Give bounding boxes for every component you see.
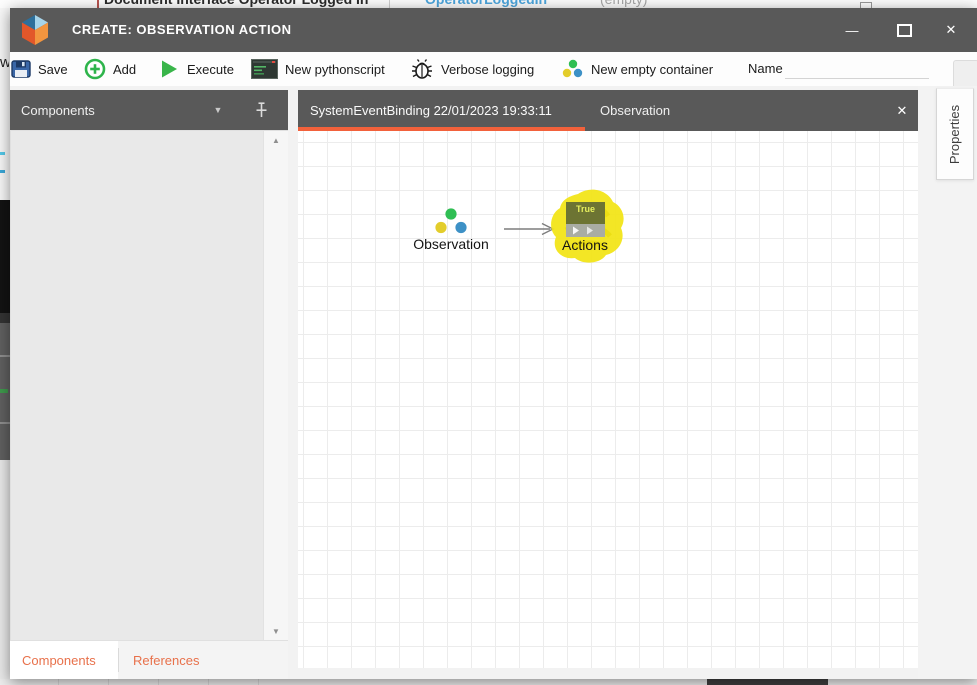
background-bottom-strip — [0, 679, 977, 685]
maximize-button[interactable] — [884, 8, 924, 52]
flow-canvas[interactable] — [298, 131, 918, 668]
execute-button[interactable]: Execute — [158, 52, 234, 86]
panel-splitter[interactable] — [288, 90, 298, 641]
background-text-fragment: Document Interface Operator Logged In — [104, 0, 368, 7]
verbose-logging-label: Verbose logging — [441, 62, 534, 77]
floppy-disk-icon — [11, 59, 31, 79]
scroll-down-button[interactable]: ▼ — [264, 624, 288, 638]
tab-properties-label: Properties — [948, 104, 963, 163]
new-pythonscript-button[interactable]: New pythonscript — [251, 52, 385, 86]
actions-node-icon[interactable]: True — [566, 202, 605, 237]
background-text-fragment: OperatorLoggedIn — [425, 0, 547, 7]
name-input[interactable] — [785, 58, 929, 79]
container-dots-icon — [561, 59, 584, 79]
terminal-icon — [251, 58, 278, 80]
bug-icon — [410, 57, 434, 81]
tab-observation[interactable]: Observation — [588, 90, 698, 131]
screen: Document Interface Operator Logged In Op… — [0, 0, 977, 685]
tab-components-label: Components — [10, 653, 96, 668]
editor-close-button[interactable]: ✕ — [891, 100, 913, 122]
add-label: Add — [113, 62, 136, 77]
background-dark-bar — [707, 678, 828, 685]
tab-systemeventbinding[interactable]: SystemEventBinding 22/01/2023 19:33:11 — [298, 90, 585, 131]
save-label: Save — [38, 62, 68, 77]
scroll-up-button[interactable]: ▲ — [264, 133, 288, 147]
background-fragment — [0, 152, 5, 155]
new-pythonscript-label: New pythonscript — [285, 62, 385, 77]
connector-arrow — [500, 220, 560, 238]
background-fragment — [0, 422, 10, 424]
components-panel-title: Components — [10, 103, 95, 118]
app-logo-icon — [22, 15, 48, 45]
observation-node-icon[interactable] — [433, 206, 469, 236]
pin-button[interactable] — [248, 90, 274, 130]
observation-node-label[interactable]: Observation — [400, 236, 502, 252]
name-label: Name — [748, 52, 783, 86]
execute-label: Execute — [187, 62, 234, 77]
components-dropdown-button[interactable]: ▼ — [206, 90, 230, 130]
window-title: CREATE: OBSERVATION ACTION — [72, 8, 292, 52]
background-divider — [97, 0, 99, 8]
background-text-fragment: w — [0, 54, 9, 74]
save-button[interactable]: Save — [11, 52, 68, 86]
tab-components[interactable]: Components — [10, 641, 118, 679]
background-fragment — [0, 460, 10, 679]
new-empty-container-label: New empty container — [591, 62, 713, 77]
maximize-icon — [897, 24, 912, 37]
tab-properties[interactable]: Properties — [936, 88, 974, 180]
tab-references-label: References — [119, 653, 199, 668]
new-empty-container-button[interactable]: New empty container — [561, 52, 713, 86]
close-button[interactable]: ✕ — [929, 8, 973, 52]
scroll-up-icon: ▲ — [272, 136, 280, 145]
background-fragment — [0, 170, 5, 173]
chevron-down-icon: ▼ — [214, 105, 223, 115]
play-icon — [158, 58, 180, 80]
background-divider — [389, 0, 390, 8]
true-badge: True — [566, 202, 605, 224]
minimize-button[interactable]: — — [832, 8, 872, 52]
add-button[interactable]: Add — [84, 52, 136, 86]
pin-icon — [255, 102, 268, 118]
components-list[interactable] — [10, 130, 288, 641]
close-icon: ✕ — [946, 22, 957, 38]
background-fragment — [0, 313, 10, 323]
scroll-down-icon: ▼ — [272, 627, 280, 636]
actions-icon-lower — [566, 224, 605, 237]
background-fragment — [0, 355, 10, 357]
close-icon: ✕ — [897, 103, 908, 119]
components-scrollbar[interactable]: ▲ ▼ — [263, 131, 288, 640]
background-fragment — [0, 200, 10, 313]
verbose-logging-button[interactable]: Verbose logging — [410, 52, 534, 86]
background-text-fragment: (empty) — [600, 0, 647, 7]
components-panel-header: Components — [10, 90, 288, 130]
minimize-icon: — — [846, 23, 859, 38]
background-fragment — [0, 389, 8, 393]
tab-references[interactable]: References — [119, 641, 239, 679]
actions-node-label[interactable]: Actions — [540, 237, 630, 253]
add-circle-icon — [84, 58, 106, 80]
